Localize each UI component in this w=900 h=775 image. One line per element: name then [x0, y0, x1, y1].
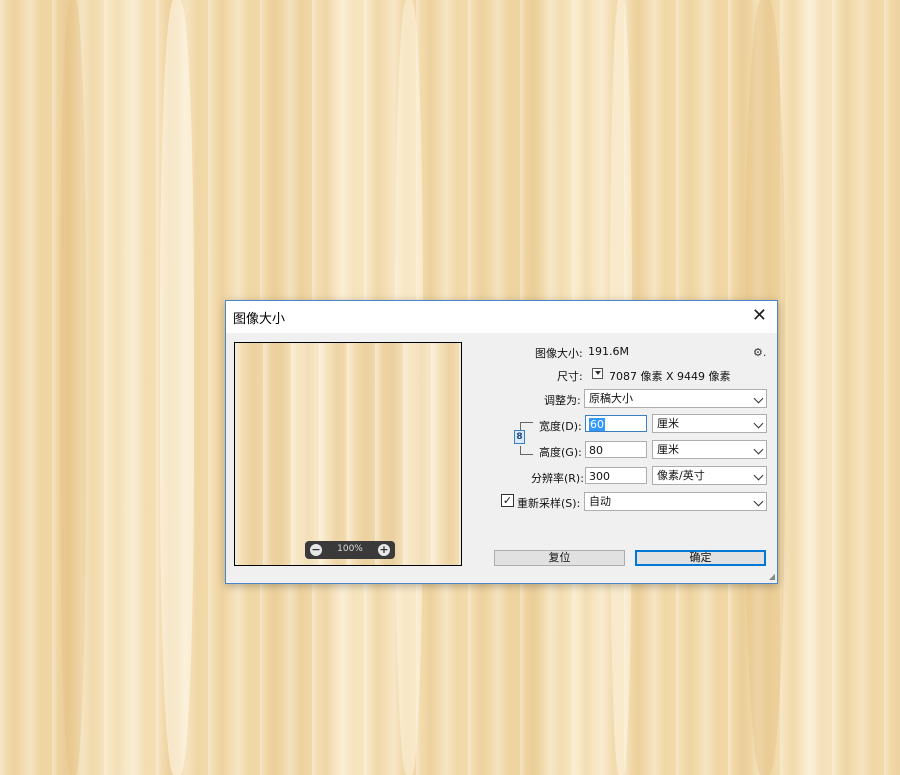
resolution-unit-select[interactable]: 像素/英寸 [652, 466, 767, 485]
resample-checkbox[interactable]: ✓ [501, 494, 514, 507]
wood-grain-streak [160, 0, 194, 775]
dimensions-unit-toggle[interactable] [592, 368, 603, 379]
resolution-input[interactable]: 300 [585, 467, 647, 484]
dimensions-value: 7087 像素 X 9449 像素 [609, 370, 731, 383]
ok-button[interactable]: 确定 [635, 550, 766, 566]
height-input[interactable]: 80 [585, 441, 647, 458]
resolution-unit-value: 像素/英寸 [657, 469, 705, 482]
chevron-down-icon [753, 496, 764, 507]
dialog-title: 图像大小 [233, 312, 286, 327]
zoom-in-icon[interactable]: + [378, 544, 390, 556]
chevron-down-icon [753, 444, 764, 455]
height-unit-select[interactable]: 厘米 [652, 440, 767, 459]
resize-grip-icon[interactable]: ◢ [769, 572, 775, 581]
wood-grain-streak [60, 0, 86, 775]
close-icon[interactable]: ✕ [752, 306, 767, 326]
width-unit-select[interactable]: 厘米 [652, 414, 767, 433]
constrain-proportions-link-icon[interactable]: 8 [514, 430, 525, 444]
width-value: 60 [589, 418, 605, 431]
image-size-dialog: 图像大小 ✕ − 100% + 图像大小: 191.6M ⚙. 尺寸: 7087… [225, 300, 778, 584]
image-preview[interactable]: − 100% + [234, 342, 462, 566]
image-size-label: 图像大小: [535, 347, 583, 360]
fit-to-value: 原稿大小 [589, 392, 633, 405]
height-unit-value: 厘米 [657, 443, 679, 456]
resolution-value: 300 [589, 470, 610, 483]
constrain-bracket [520, 446, 533, 455]
fit-to-select[interactable]: 原稿大小 [584, 389, 767, 408]
gear-icon[interactable]: ⚙. [753, 346, 766, 359]
zoom-control: − 100% + [305, 541, 395, 559]
chevron-down-icon [753, 393, 764, 404]
chevron-down-icon [753, 418, 764, 429]
width-input[interactable]: 60 [585, 415, 647, 432]
height-label: 高度(G): [539, 446, 582, 459]
image-size-value: 191.6M [588, 345, 629, 358]
dialog-titlebar[interactable]: 图像大小 ✕ [226, 301, 777, 333]
height-value: 80 [589, 444, 603, 457]
resample-label: 重新采样(S): [517, 497, 581, 510]
width-label: 宽度(D): [539, 420, 582, 433]
resample-value: 自动 [589, 495, 611, 508]
resolution-label: 分辨率(R): [531, 472, 584, 485]
width-unit-value: 厘米 [657, 417, 679, 430]
dimensions-label: 尺寸: [557, 370, 583, 383]
resample-select[interactable]: 自动 [584, 492, 767, 511]
reset-button[interactable]: 复位 [494, 550, 625, 566]
chevron-down-icon [753, 470, 764, 481]
fit-to-label: 调整为: [544, 394, 581, 407]
